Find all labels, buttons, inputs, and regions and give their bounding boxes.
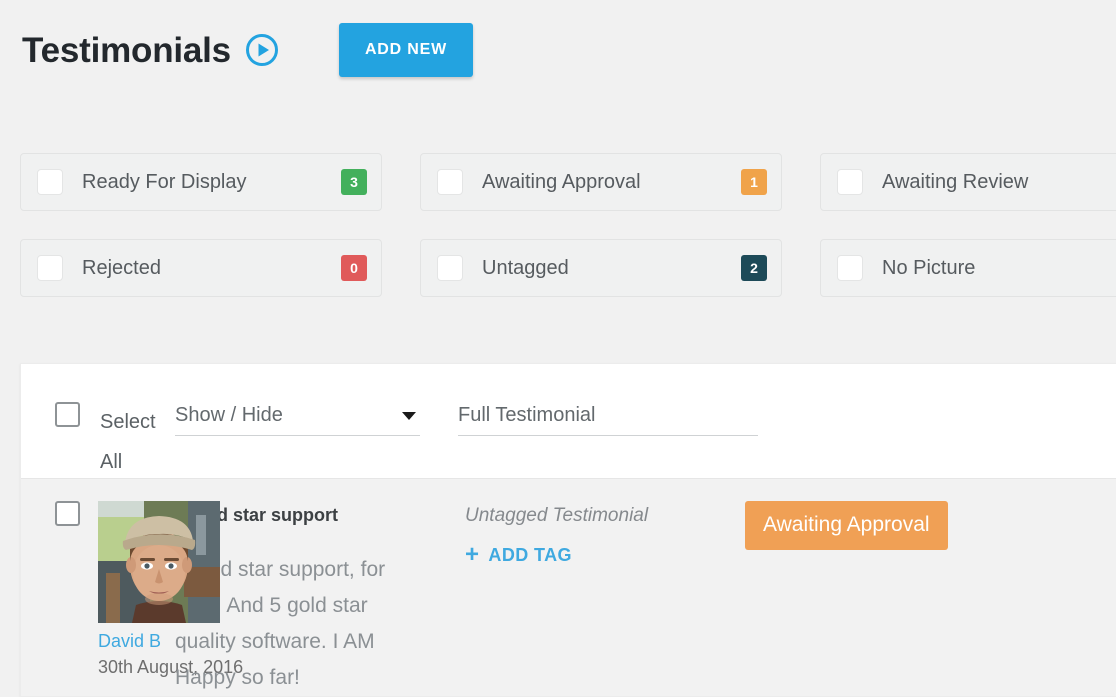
row-select-cell: David B 30th August, 2016 <box>55 501 175 678</box>
filter-card-rejected[interactable]: Rejected 0 <box>20 239 382 297</box>
filter-label: Awaiting Approval <box>482 171 741 194</box>
tag-cell: Untagged Testimonial + ADD TAG <box>465 501 745 567</box>
filter-checkbox-ready-for-display[interactable] <box>37 169 63 195</box>
filter-checkbox-awaiting-review[interactable] <box>837 169 863 195</box>
filter-card-ready-for-display[interactable]: Ready For Display 3 <box>20 153 382 211</box>
filter-count-badge: 0 <box>341 255 367 281</box>
chevron-down-icon <box>402 412 416 420</box>
full-testimonial-select[interactable]: Full Testimonial <box>458 404 758 436</box>
select-all-label: Select All <box>100 402 164 482</box>
status-cell: Awaiting Approval <box>745 501 1116 550</box>
filter-cards-grid: Ready For Display 3 Awaiting Approval 1 … <box>20 153 1116 297</box>
table-row: David B 30th August, 2016 5 gold star su… <box>21 478 1116 696</box>
show-hide-select-value: Show / Hide <box>175 404 283 427</box>
filter-checkbox-untagged[interactable] <box>437 255 463 281</box>
full-testimonial-select-value: Full Testimonial <box>458 404 595 427</box>
add-tag-label: ADD TAG <box>488 545 571 566</box>
filter-card-untagged[interactable]: Untagged 2 <box>420 239 782 297</box>
tag-status-label: Untagged Testimonial <box>465 505 745 527</box>
filter-card-no-picture[interactable]: No Picture <box>820 239 1116 297</box>
filter-count-badge: 1 <box>741 169 767 195</box>
filter-label: Awaiting Review <box>882 171 1116 194</box>
page-header: Testimonials ADD NEW <box>0 0 1116 100</box>
status-badge[interactable]: Awaiting Approval <box>745 501 948 550</box>
filter-label: No Picture <box>882 257 1116 280</box>
avatar <box>98 501 220 623</box>
filter-checkbox-no-picture[interactable] <box>837 255 863 281</box>
testimonials-table: Select All Show / Hide Full Testimonial <box>20 363 1116 697</box>
select-all-checkbox[interactable] <box>55 402 80 427</box>
filter-checkbox-rejected[interactable] <box>37 255 63 281</box>
plus-icon: + <box>465 543 479 567</box>
filter-card-awaiting-review[interactable]: Awaiting Review <box>820 153 1116 211</box>
filter-count-badge: 3 <box>341 169 367 195</box>
filter-label: Rejected <box>82 257 341 280</box>
select-all-cell: Select All <box>55 364 175 482</box>
page-title: Testimonials <box>22 33 231 68</box>
show-hide-select[interactable]: Show / Hide <box>175 404 420 436</box>
table-header-row: Select All Show / Hide Full Testimonial <box>21 364 1116 478</box>
table-header-controls: Show / Hide Full Testimonial <box>175 364 758 436</box>
add-tag-button[interactable]: + ADD TAG <box>465 543 745 567</box>
add-new-button[interactable]: ADD NEW <box>339 23 473 77</box>
filter-checkbox-awaiting-approval[interactable] <box>437 169 463 195</box>
filter-count-badge: 2 <box>741 255 767 281</box>
filter-label: Untagged <box>482 257 741 280</box>
play-circle-icon[interactable] <box>245 33 279 67</box>
filter-card-awaiting-approval[interactable]: Awaiting Approval 1 <box>420 153 782 211</box>
filter-label: Ready For Display <box>82 171 341 194</box>
row-select-checkbox[interactable] <box>55 501 80 526</box>
